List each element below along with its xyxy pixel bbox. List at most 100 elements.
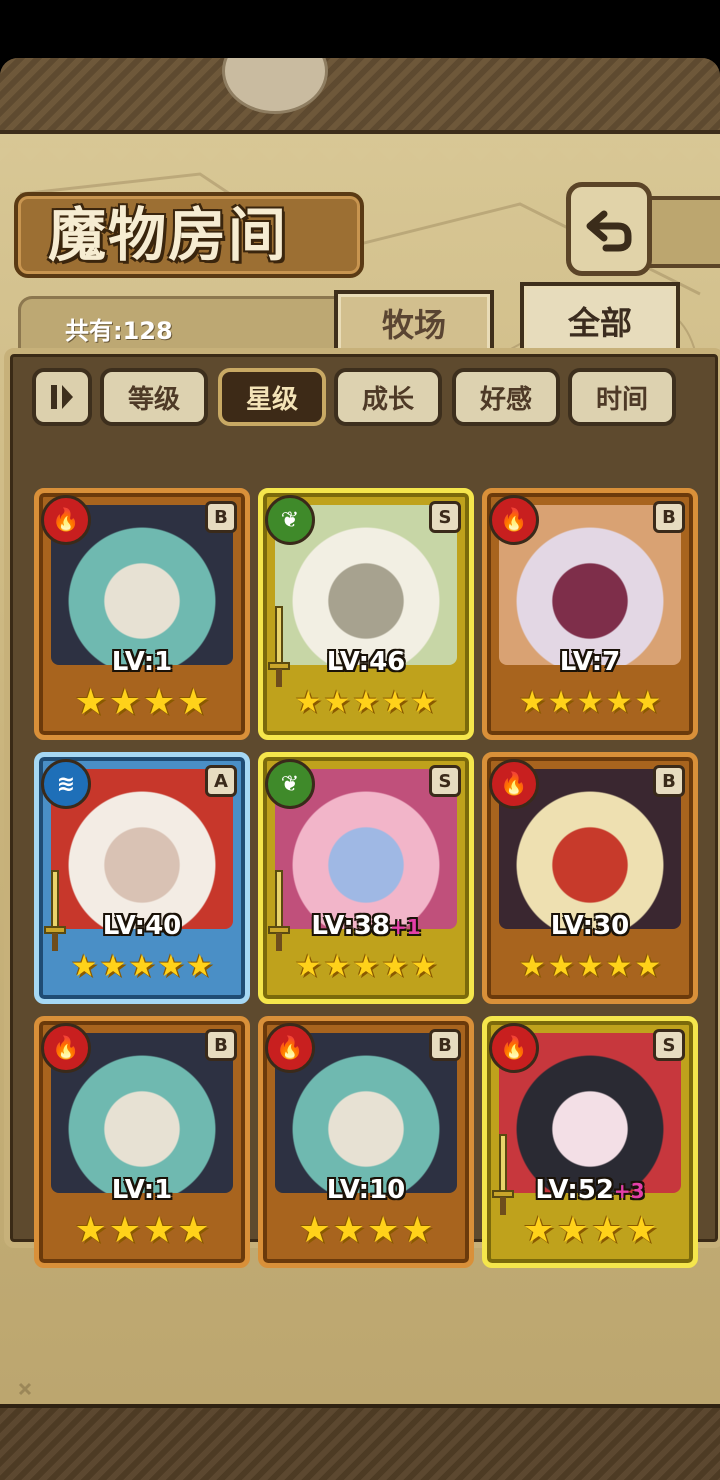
star-rating: ★ ★ ★ ★ ★ — [71, 947, 214, 987]
monster-card[interactable]: 🔥 B LV:7 ★ ★ ★ ★ ★ — [482, 488, 698, 740]
star-rating: ★ ★ ★ ★ ★ — [519, 683, 662, 723]
star-icon: ★ — [634, 949, 662, 984]
level-label: LV:30 — [550, 911, 630, 941]
monster-card[interactable]: ❦ S LV:46 ★ ★ ★ ★ ★ — [258, 488, 474, 740]
star-icon: ★ — [605, 949, 633, 984]
monster-card[interactable]: 🔥 B LV:1 ★ ★ ★ ★ — [34, 1016, 250, 1268]
top-band — [0, 58, 720, 134]
rank-badge: B — [653, 765, 685, 797]
monster-card[interactable]: 🔥 S LV:52+3 ★ ★ ★ ★ — [482, 1016, 698, 1268]
star-icon: ★ — [410, 949, 438, 984]
tab-ranch[interactable]: 牧场 — [334, 290, 494, 356]
star-icon: ★ — [157, 949, 185, 984]
water-element-icon: ≋ — [41, 759, 91, 809]
page-title: 魔物房间 — [48, 201, 289, 269]
star-icon: ★ — [556, 1210, 589, 1251]
star-rating: ★ ★ ★ ★ ★ — [519, 947, 662, 987]
star-icon: ★ — [74, 682, 107, 723]
sort-direction-icon — [51, 385, 73, 409]
star-icon: ★ — [177, 1210, 210, 1251]
rank-badge: S — [429, 765, 461, 797]
star-rating: ★ ★ ★ ★ — [522, 1210, 658, 1251]
level-label: LV:1 — [111, 1175, 173, 1205]
rank-badge: B — [205, 501, 237, 533]
level-label: LV:38+1 — [311, 911, 421, 941]
sort-order-toggle[interactable] — [32, 368, 92, 426]
star-icon: ★ — [547, 685, 575, 720]
star-icon: ★ — [522, 1210, 555, 1251]
fire-element-icon: 🔥 — [489, 759, 539, 809]
star-rating: ★ ★ ★ ★ — [74, 1210, 210, 1251]
sort-button-3[interactable]: 好感 — [452, 368, 560, 426]
title-plate: 魔物房间 — [14, 192, 364, 278]
zigzag-border — [0, 148, 720, 170]
star-icon: ★ — [323, 685, 351, 720]
star-icon: ★ — [186, 949, 214, 984]
star-icon: ★ — [518, 949, 546, 984]
sort-button-2[interactable]: 成长 — [334, 368, 442, 426]
star-icon: ★ — [410, 685, 438, 720]
star-icon: ★ — [576, 949, 604, 984]
monster-card[interactable]: 🔥 B LV:10 ★ ★ ★ ★ — [258, 1016, 474, 1268]
level-label: LV:46 — [326, 647, 406, 677]
star-icon: ★ — [298, 1210, 331, 1251]
sort-button-0[interactable]: 等级 — [100, 368, 208, 426]
rank-badge: B — [205, 1029, 237, 1061]
back-rail — [640, 196, 720, 268]
star-icon: ★ — [332, 1210, 365, 1251]
star-icon: ★ — [605, 685, 633, 720]
monster-card[interactable]: ≋ A LV:40 ★ ★ ★ ★ ★ — [34, 752, 250, 1004]
count-bar: 共有:128 — [18, 296, 344, 349]
bottom-band — [0, 1404, 720, 1480]
star-icon: ★ — [381, 949, 409, 984]
rank-badge: B — [653, 501, 685, 533]
star-icon: ★ — [294, 685, 322, 720]
fire-element-icon: 🔥 — [41, 1023, 91, 1073]
sort-button-4[interactable]: 时间 — [568, 368, 676, 426]
star-icon: ★ — [352, 949, 380, 984]
sort-button-1[interactable]: 星级 — [218, 368, 326, 426]
star-icon: ★ — [108, 1210, 141, 1251]
star-icon: ★ — [381, 685, 409, 720]
star-icon: ★ — [323, 949, 351, 984]
star-icon: ★ — [625, 1210, 658, 1251]
leaf-element-icon: ❦ — [265, 759, 315, 809]
star-icon: ★ — [143, 682, 176, 723]
level-label: LV:10 — [326, 1175, 406, 1205]
fire-element-icon: 🔥 — [489, 495, 539, 545]
rank-badge: A — [205, 765, 237, 797]
level-label: LV:1 — [111, 647, 173, 677]
star-icon: ★ — [99, 949, 127, 984]
leaf-element-icon: ❦ — [265, 495, 315, 545]
level-label: LV:7 — [559, 647, 621, 677]
star-rating: ★ ★ ★ ★ — [298, 1210, 434, 1251]
star-icon: ★ — [547, 949, 575, 984]
star-rating: ★ ★ ★ ★ ★ — [295, 683, 438, 723]
star-icon: ★ — [108, 682, 141, 723]
level-label: LV:52+3 — [535, 1175, 645, 1205]
fire-element-icon: 🔥 — [41, 495, 91, 545]
star-rating: ★ ★ ★ ★ ★ — [295, 947, 438, 987]
star-icon: ★ — [128, 949, 156, 984]
star-icon: ★ — [367, 1210, 400, 1251]
back-arrow-icon — [586, 210, 632, 252]
rank-badge: S — [653, 1029, 685, 1061]
star-icon: ★ — [294, 949, 322, 984]
star-icon: ★ — [401, 1210, 434, 1251]
monster-card[interactable]: 🔥 B LV:30 ★ ★ ★ ★ ★ — [482, 752, 698, 1004]
star-icon: ★ — [70, 949, 98, 984]
rank-badge: B — [429, 1029, 461, 1061]
star-rating: ★ ★ ★ ★ — [74, 682, 210, 723]
back-button[interactable] — [566, 182, 652, 276]
monster-card[interactable]: ❦ S LV:38+1 ★ ★ ★ ★ ★ — [258, 752, 474, 1004]
star-icon: ★ — [518, 685, 546, 720]
rank-badge: S — [429, 501, 461, 533]
star-icon: ★ — [352, 685, 380, 720]
star-icon: ★ — [74, 1210, 107, 1251]
monster-card[interactable]: 🔥 B LV:1 ★ ★ ★ ★ — [34, 488, 250, 740]
fire-element-icon: 🔥 — [265, 1023, 315, 1073]
star-icon: ★ — [576, 685, 604, 720]
star-icon: ★ — [634, 685, 662, 720]
monster-count: 共有:128 — [65, 317, 173, 345]
star-icon: ★ — [177, 682, 210, 723]
